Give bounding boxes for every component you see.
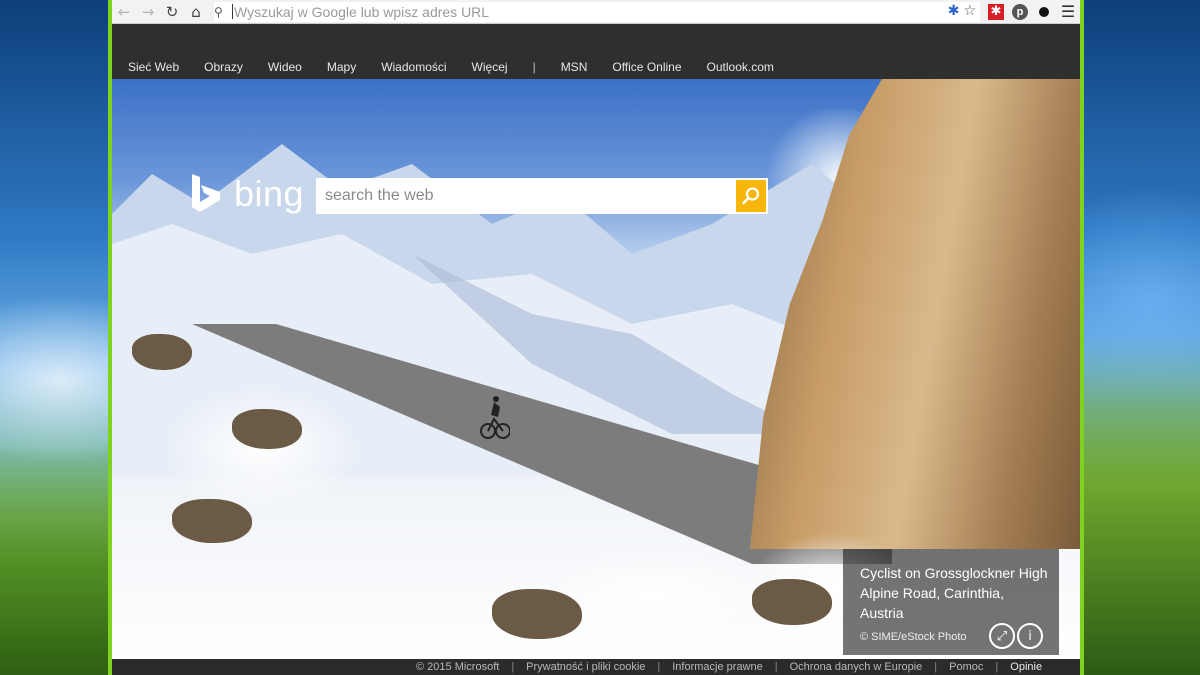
translate-icon[interactable]: ✱: [948, 3, 960, 19]
nav-link-msn[interactable]: MSN: [561, 60, 588, 74]
footer-link-legal[interactable]: Informacje prawne: [672, 661, 763, 673]
search-magnifier-icon: [742, 187, 760, 205]
footer-copyright: © 2015 Microsoft: [416, 661, 500, 673]
bookmark-star-icon[interactable]: ☆: [963, 3, 976, 19]
nav-link-web[interactable]: Sieć Web: [128, 60, 179, 74]
search-box: [316, 178, 768, 214]
page-footer: © 2015 Microsoft | Prywatność i pliki co…: [112, 659, 1080, 675]
extension-dot-icon[interactable]: [1032, 0, 1056, 24]
footer-separator: |: [774, 661, 778, 673]
back-arrow-icon[interactable]: ←: [112, 0, 136, 24]
nav-link-office-online[interactable]: Office Online: [612, 60, 681, 74]
info-icon[interactable]: i: [1017, 623, 1043, 649]
search-input[interactable]: [316, 178, 734, 214]
image-caption-panel: Cyclist on Grossglockner High Alpine Roa…: [843, 549, 1059, 655]
omnibox-icons: ✱ ☆: [948, 3, 976, 19]
text-caret: [232, 4, 233, 19]
snowy-rock: [752, 579, 832, 625]
search-icon: ⚲: [214, 4, 223, 19]
footer-separator: |: [657, 661, 661, 673]
footer-link-data-protection[interactable]: Ochrona danych w Europie: [790, 661, 923, 673]
wallpaper-grass-right: [1082, 335, 1200, 675]
bing-wordmark: bing: [234, 173, 305, 214]
reload-icon[interactable]: ↻: [160, 0, 184, 24]
wallpaper-grass-left: [0, 445, 110, 675]
nav-link-outlook[interactable]: Outlook.com: [707, 60, 774, 74]
address-placeholder: Wyszukaj w Google lub wpisz adres URL: [234, 3, 490, 20]
bing-top-nav: Sieć Web Obrazy Wideo Mapy Wiadomości Wi…: [112, 25, 1080, 79]
cyclist-figure: [480, 396, 510, 439]
bing-b-icon: [192, 174, 220, 212]
background-photo: bing Cyclist on Grossglockner High Alpin…: [112, 79, 1080, 659]
nav-separator: |: [532, 60, 536, 74]
nav-link-maps[interactable]: Mapy: [327, 60, 356, 74]
nav-link-more[interactable]: Więcej: [472, 60, 508, 74]
snowy-rock: [232, 409, 302, 449]
footer-separator: |: [511, 661, 515, 673]
bing-logo[interactable]: bing: [190, 173, 304, 215]
nav-link-images[interactable]: Obrazy: [204, 60, 243, 74]
snowy-rock: [172, 499, 252, 543]
browser-window: ← → ↻ ⌂ ⚲ Wyszukaj w Google lub wpisz ad…: [108, 0, 1084, 675]
nav-link-news[interactable]: Wiadomości: [381, 60, 446, 74]
hamburger-menu-icon[interactable]: ☰: [1056, 0, 1080, 24]
footer-link-feedback[interactable]: Opinie: [1010, 661, 1042, 673]
caption-buttons: ⤢ i: [989, 623, 1043, 649]
expand-icon[interactable]: ⤢: [989, 623, 1015, 649]
address-bar[interactable]: ⚲ Wyszukaj w Google lub wpisz adres URL …: [214, 1, 980, 22]
snowy-rock: [132, 334, 192, 370]
home-icon[interactable]: ⌂: [184, 0, 208, 24]
browser-toolbar: ← → ↻ ⌂ ⚲ Wyszukaj w Google lub wpisz ad…: [112, 0, 1080, 24]
footer-separator: |: [995, 661, 999, 673]
caption-title[interactable]: Cyclist on Grossglockner High Alpine Roa…: [860, 563, 1050, 623]
forward-arrow-icon[interactable]: →: [136, 0, 160, 24]
footer-link-help[interactable]: Pomoc: [949, 661, 983, 673]
footer-link-privacy[interactable]: Prywatność i pliki cookie: [526, 661, 645, 673]
nav-link-video[interactable]: Wideo: [268, 60, 302, 74]
footer-separator: |: [934, 661, 938, 673]
extension-p-icon[interactable]: p: [1008, 0, 1032, 24]
search-button[interactable]: [734, 178, 768, 214]
extension-red-icon[interactable]: ✱: [984, 0, 1008, 24]
snowy-rock: [492, 589, 582, 639]
